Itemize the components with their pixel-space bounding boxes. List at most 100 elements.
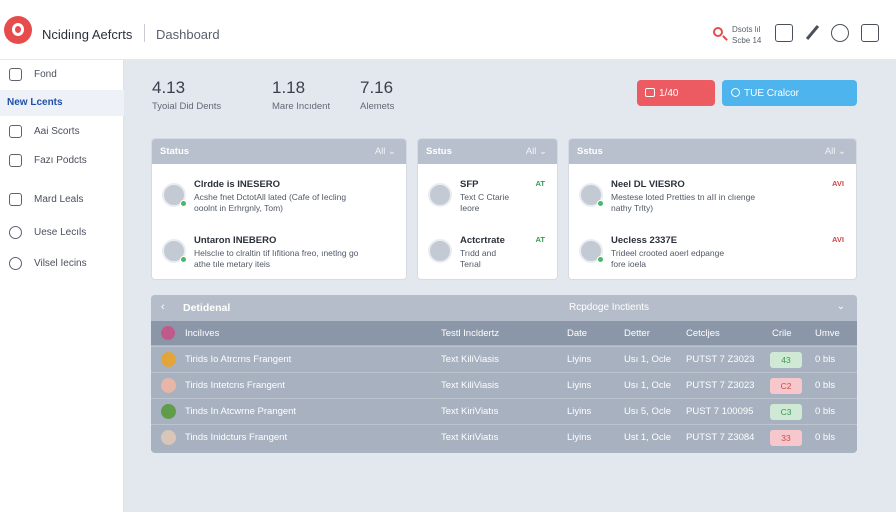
sidebar-item-label: Mard Leals [34,194,84,205]
row-cell: 0 bls [815,380,836,391]
row-cell: 0 bls [815,432,836,443]
panel-filter-dropdown[interactable]: All ⌄ [375,146,396,157]
row-cell: PUTST 7 Z3023 [686,380,755,391]
row-cell: Liyins [567,406,592,417]
row-type: Text KiliViasis [441,380,499,391]
metric-value: 7.16 [360,78,394,97]
grid-icon [9,125,22,138]
blue-action-button[interactable]: TUE Cralcor [722,80,857,106]
row-type: Text KiriViatıs [441,406,499,417]
avatar [161,326,175,340]
entry-description-line: nathy Trlty) [611,203,654,213]
list-item[interactable]: Actcrtrate Trıdd and Terıal AT [418,229,557,273]
breadcrumb[interactable]: Dashboard [156,27,220,42]
red-action-label: 1/40 [659,88,679,99]
user-info-line2: Scbe 14 [732,36,762,45]
list-item[interactable]: Untaron INEBERO Helsclıe to clraltin tif… [152,229,406,273]
metric-label: Mare Incıdent [272,101,331,112]
table-title: Detidenal [183,302,231,314]
avatar [161,352,176,367]
entry-description-line: Terıal [460,259,481,269]
calendar-icon[interactable] [775,24,793,42]
user-info-line1: Dsots lıl [732,25,761,34]
entry-description-line: Text C Ctarie [460,192,510,202]
list-item[interactable]: SFP Text C Ctarie Ieore AT [418,173,557,217]
sidebar-item-products[interactable]: Fazı Podcts [0,148,124,174]
entry-description: Helsclıe to clraltin tif Iıfitiona freo,… [194,248,358,270]
sidebar-item-vilsel-iecins[interactable]: Vilsel Iecins [0,251,124,277]
entry-description-line: ooolnt in Erhrgnly, Tom) [194,203,283,213]
row-name: Tirids Intetcrıs Frangent [185,380,285,391]
status-panel-2: Sstus All ⌄ SFP Text C Ctarie Ieore AT A… [417,138,558,280]
notifications-icon[interactable] [831,24,849,42]
column-header[interactable]: Date [567,328,587,339]
sidebar-item-uese-lecils[interactable]: Uese Lecıls [0,220,124,246]
status-panel-1: Status All ⌄ Clrdde is INESERO Acshe fne… [151,138,407,280]
back-arrow-icon[interactable]: ‹ [161,301,165,313]
row-cell: Liyins [567,380,592,391]
user-info[interactable]: Dsots lıl Scbe 14 [732,24,761,46]
sidebar-item-label: Fazı Podcts [34,155,87,166]
chevron-down-icon[interactable]: ⌄ [837,301,845,312]
entry-description-line: fore ioela [611,259,646,269]
blue-action-label: TUE Cralcor [744,88,800,99]
online-status-icon [597,200,604,207]
sidebar: Fond New Lcents Aai Scorts Fazı Podcts M… [0,60,124,512]
edit-icon[interactable] [803,24,821,42]
metric-incident: 1.18 Mare Incıdent [272,78,330,112]
avatar [162,183,187,207]
table-subtitle: Rcpdoge Inctients [569,302,650,313]
online-status-icon [180,256,187,263]
sidebar-item-label: Uese Lecıls [34,227,87,238]
app-logo-icon[interactable] [4,16,32,44]
incidents-table: ‹ Detidenal Rcpdoge Inctients ⌄ Incilıve… [151,295,857,453]
red-action-button[interactable]: 1/40 [637,80,715,106]
avatar [161,430,176,445]
sidebar-item-fond[interactable]: Fond [0,62,124,88]
sidebar-item-mard-leals[interactable]: Mard Leals [0,187,124,213]
entry-description: Mestese loted Pretties tn aII in clıenge… [611,192,755,214]
avatar [579,239,604,263]
column-header[interactable]: Detter [624,328,650,339]
entry-description: Trideel crooted aoerl edpange fore ioela [611,248,724,270]
metric-value: 1.18 [272,78,306,97]
entry-name: SFP [460,179,479,190]
avatar [162,239,187,263]
row-cell: PUTST 7 Z3084 [686,432,755,443]
share-icon[interactable] [861,24,879,42]
sidebar-item-new-leads[interactable]: New Lcents [0,90,124,116]
entry-tag: AT [535,235,545,244]
list-item[interactable]: Neel DL VIESRO Mestese loted Pretties tn… [569,173,856,217]
panel-title: Sstus [577,146,603,157]
column-header[interactable]: Incilıves [185,328,219,339]
entry-description: Text C Ctarie Ieore [460,192,509,214]
table-row[interactable]: Tinds In Atcwrne Prangent Text KiriViatı… [151,398,857,424]
table-row[interactable]: Tinds Inidcturs Frangent Text KiriViatıs… [151,424,857,450]
table-row[interactable]: Tirids Intetcrıs Frangent Text KiliViasi… [151,372,857,398]
globe-icon [9,257,22,270]
column-header[interactable]: Crile [772,328,792,339]
entry-description-line: Ieore [460,203,480,213]
column-header[interactable]: Testl Incldertz [441,328,499,339]
panel-filter-dropdown[interactable]: All ⌄ [526,146,547,157]
sidebar-item-scorts[interactable]: Aai Scorts [0,119,124,145]
panel-title: Sstus [426,146,452,157]
row-cell: PUTST 7 Z3023 [686,354,755,365]
search-icon[interactable] [708,22,730,44]
table-row[interactable]: Tirids Io Atrcrns Frangent Text KiliVias… [151,346,857,372]
column-header[interactable]: Cetcljes [686,328,720,339]
column-header[interactable]: Umve [815,328,840,339]
app-title: Ncidiıng Aefcrts [42,27,133,42]
list-item[interactable]: Uecless 2337E Trideel crooted aoerl edpa… [569,229,856,273]
row-name: Tirids Io Atrcrns Frangent [185,354,292,365]
entry-tag: AT [535,179,545,188]
panel-filter-dropdown[interactable]: All ⌄ [825,146,846,157]
row-cell: 0 bls [815,354,836,365]
entry-name: Untaron INEBERO [194,235,277,246]
entry-description-line: Trideel crooted aoerl edpange [611,248,725,258]
list-item[interactable]: Clrdde is INESERO Acshe fnet DctotAll la… [152,173,406,217]
title-divider [144,24,145,42]
row-cell: Ust 1, Ocle [624,432,671,443]
entry-description-line: Mestese loted Pretties tn aII in clıenge [611,192,756,202]
metric-alerts: 7.16 Alemets [360,78,394,112]
